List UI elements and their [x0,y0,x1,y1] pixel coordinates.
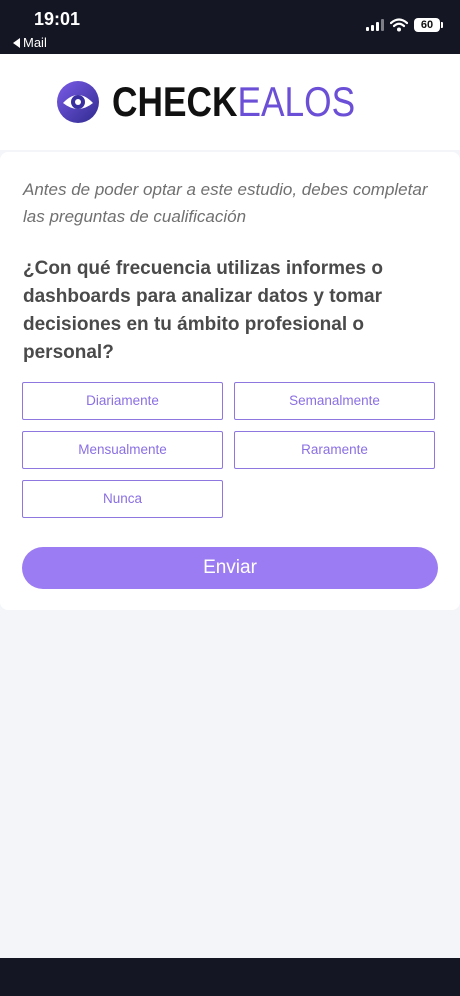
option-nunca[interactable]: Nunca [22,480,223,518]
logo-text-bold: CHECK [112,78,238,125]
app-header: CHECKEALOS [0,54,460,150]
option-raramente[interactable]: Raramente [234,431,435,469]
logo-text-light: EALOS [237,78,356,125]
cellular-signal-icon [366,19,384,31]
battery-icon: 60 [414,18,443,32]
back-app-label: Mail [23,35,47,50]
qualification-intro: Antes de poder optar a este estudio, deb… [23,180,428,226]
back-to-app-link[interactable]: Mail [13,35,47,50]
wifi-icon [390,18,408,32]
option-semanalmente[interactable]: Semanalmente [234,382,435,420]
status-time: 19:01 [34,9,81,29]
eye-logo-icon [57,81,99,123]
back-arrow-icon [13,37,20,48]
survey-card: Antes de poder optar a este estudio, deb… [0,152,460,610]
status-bar: 19:01 Mail 60 [0,0,460,54]
option-diariamente[interactable]: Diariamente [22,382,223,420]
bottom-bar [0,958,460,996]
question-text: ¿Con qué frecuencia utilizas informes o … [23,258,384,363]
status-icons: 60 [366,18,443,32]
logo-wordmark: CHECKEALOS [112,80,355,124]
submit-button[interactable]: Enviar [22,547,438,589]
checkealos-logo: CHECKEALOS [57,80,401,124]
option-mensualmente[interactable]: Mensualmente [22,431,223,469]
